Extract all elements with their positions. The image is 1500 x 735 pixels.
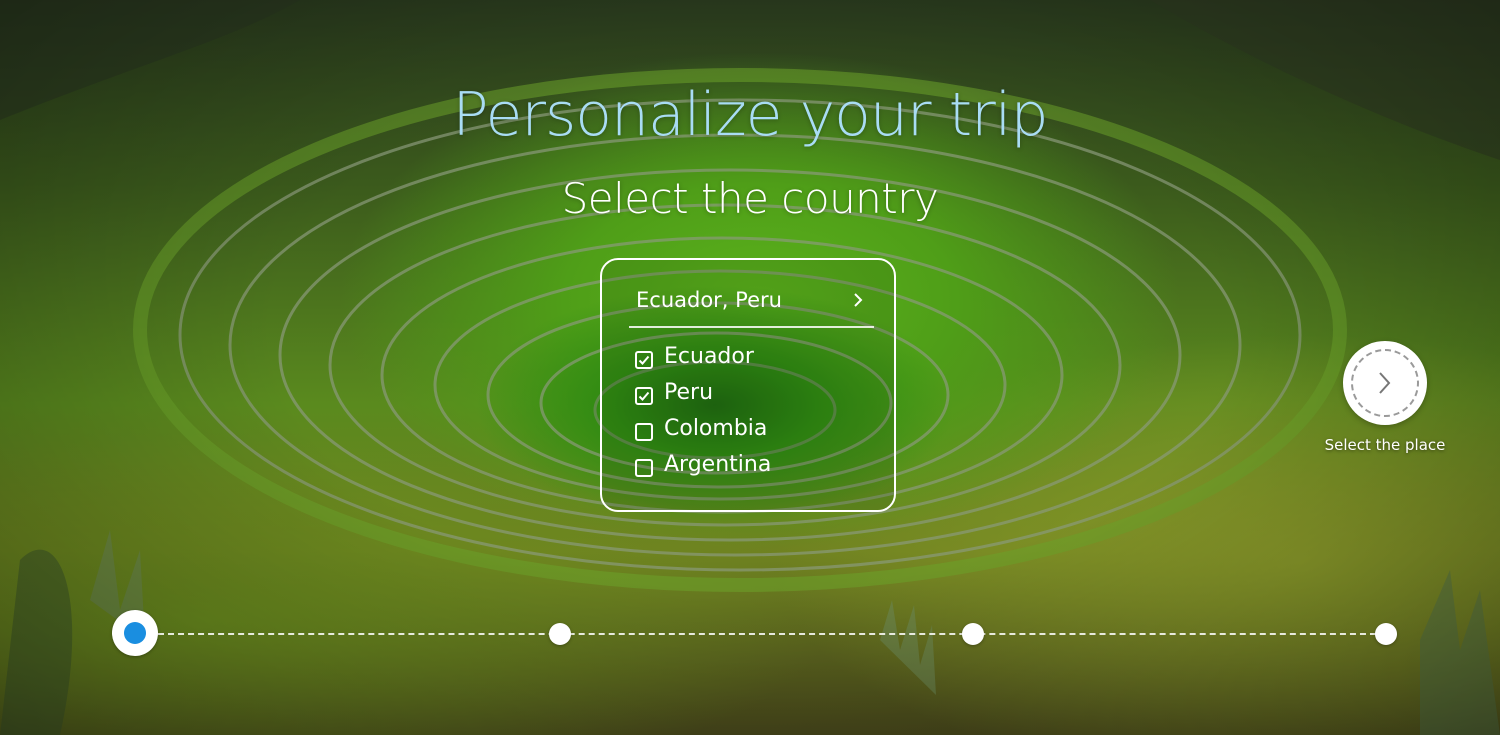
country-dropdown-value: Ecuador, Peru xyxy=(636,288,782,312)
progress-step-3[interactable] xyxy=(962,623,984,645)
page-title: Personalize your trip xyxy=(452,80,1048,150)
progress-step-1[interactable] xyxy=(112,610,158,656)
checkbox-checked-icon[interactable] xyxy=(635,351,653,369)
page-subtitle: Select the country xyxy=(561,174,939,223)
country-option-label: Ecuador xyxy=(664,344,754,369)
country-option-label: Peru xyxy=(664,380,714,405)
checkbox-unchecked-icon[interactable] xyxy=(635,423,653,441)
country-option-label: Argentina xyxy=(664,452,772,477)
current-step-indicator xyxy=(124,622,146,644)
next-step-button[interactable] xyxy=(1343,341,1427,425)
country-dropdown[interactable]: Ecuador, Peru xyxy=(629,282,874,328)
progress-step-2[interactable] xyxy=(549,623,571,645)
chevron-right-icon xyxy=(848,290,868,310)
chevron-right-icon xyxy=(1379,372,1391,394)
checkbox-unchecked-icon[interactable] xyxy=(635,459,653,477)
next-step-label: Select the place xyxy=(1324,436,1446,454)
progress-step-4[interactable] xyxy=(1375,623,1397,645)
country-select-panel: Ecuador, Peru Ecuador Peru Colombia Arge… xyxy=(600,258,896,512)
checkbox-checked-icon[interactable] xyxy=(635,387,653,405)
country-option-label: Colombia xyxy=(664,416,768,441)
hero-background: Personalize your trip Select the country… xyxy=(0,0,1500,735)
